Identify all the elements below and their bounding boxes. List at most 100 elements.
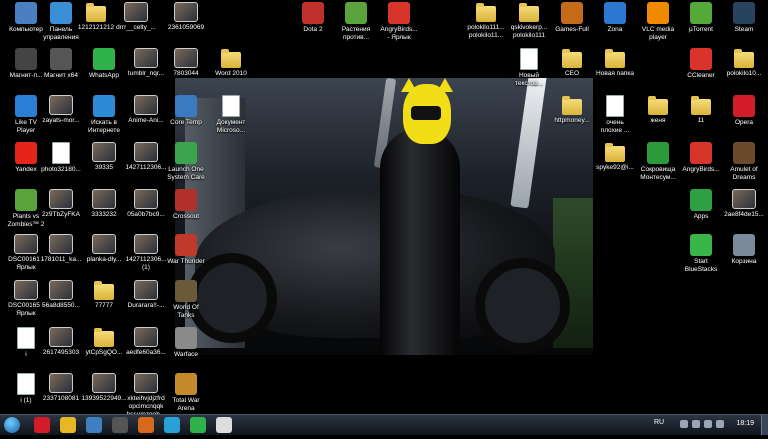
image-file-icon: [92, 189, 116, 209]
flag-icon[interactable]: [716, 420, 724, 428]
folder-icon: [734, 49, 754, 68]
document-icon: [52, 142, 70, 164]
folder-icon: [94, 281, 114, 300]
explorer-app-icon[interactable]: [86, 417, 102, 433]
camera-app-icon[interactable]: [112, 417, 128, 433]
folder-icon: [476, 3, 496, 22]
folder-icon: [605, 143, 625, 162]
skype-icon[interactable]: [164, 417, 180, 433]
image-file-icon: [134, 327, 158, 347]
image-file-icon: [134, 373, 158, 393]
app-shortcut-icon: [302, 2, 324, 24]
image-file-icon: [134, 189, 158, 209]
document-icon: [520, 48, 538, 70]
image-file-icon: [49, 234, 73, 254]
image-file-icon: [174, 48, 198, 68]
desktop-icon-label: Steam: [734, 26, 754, 33]
app-shortcut-icon: [345, 2, 367, 24]
app-shortcut-icon: [93, 48, 115, 70]
system-tray: RU 18:19: [648, 415, 768, 435]
image-file-icon: [92, 373, 116, 393]
desktop-icon-label: polokilo10...: [726, 70, 762, 77]
app-shortcut-icon: [733, 234, 755, 256]
folder-icon: [605, 49, 625, 68]
app-shortcut-icon: [690, 234, 712, 256]
image-file-icon: [49, 189, 73, 209]
app-shortcut-icon: [561, 2, 583, 24]
app-shortcut-icon: [733, 2, 755, 24]
image-file-icon: [134, 280, 158, 300]
app-shortcut-icon: [733, 142, 755, 164]
desktop-icon-label: War Thunder: [167, 258, 205, 265]
chrome-icon[interactable]: [60, 417, 76, 433]
whatsapp-icon[interactable]: [190, 417, 206, 433]
image-file-icon: [49, 280, 73, 300]
app-shortcut-icon: [175, 280, 197, 302]
tray-arrow-icon[interactable]: [680, 420, 688, 428]
taskbar: RU 18:19: [0, 414, 768, 435]
app-shortcut-icon: [647, 142, 669, 164]
desktop-icon-label: Launch One System Care: [167, 166, 205, 181]
folder-icon: [221, 49, 241, 68]
volume-icon[interactable]: [704, 420, 712, 428]
desktop-icon-label: World Of Tanks: [173, 304, 199, 319]
app-shortcut-icon: [175, 327, 197, 349]
desktop-icon[interactable]: Корзина: [714, 234, 768, 300]
desktop-icon[interactable]: AngryBirds... - Ярлык: [369, 2, 429, 68]
image-file-icon: [49, 327, 73, 347]
desktop-icon-label: AngryBirds... - Ярлык: [380, 26, 418, 41]
image-file-icon: [134, 142, 158, 162]
image-file-icon: [134, 95, 158, 115]
app-shortcut-icon: [690, 189, 712, 211]
desktop: Компьютер Панель управления 1212121212 drrr…: [0, 0, 768, 418]
image-file-icon: [92, 234, 116, 254]
folder-icon: [519, 3, 539, 22]
app-shortcut-icon: [175, 234, 197, 256]
language-indicator[interactable]: RU: [654, 419, 664, 426]
app-shortcut-icon: [690, 48, 712, 70]
app-shortcut-icon: [733, 95, 755, 117]
folder-icon: [691, 96, 711, 115]
app-shortcut-icon: [647, 2, 669, 24]
app-shortcut-icon: [175, 142, 197, 164]
clock[interactable]: 18:19: [736, 420, 754, 427]
desktop-icon-label: Crossout: [172, 213, 199, 220]
folder-icon: [94, 328, 114, 347]
desktop-icon-label: Корзина: [731, 258, 757, 265]
app-shortcut-icon: [690, 142, 712, 164]
folder-icon: [86, 3, 106, 22]
desktop-icon-label: Total War Arena: [172, 397, 200, 412]
desktop-icon-label: Документ Microso...: [216, 119, 246, 134]
app-shortcut-icon: [175, 95, 197, 117]
opera-icon[interactable]: [34, 417, 50, 433]
image-file-icon: [49, 95, 73, 115]
document-icon: [222, 95, 240, 117]
desktop-icon-label: Word 2010: [215, 70, 247, 77]
image-file-icon: [134, 234, 158, 254]
image-file-icon: [124, 2, 148, 22]
desktop-icon-label: Amulet of Dreams: [730, 166, 758, 181]
image-file-icon: [732, 189, 756, 209]
folder-icon: [648, 96, 668, 115]
app-shortcut-icon: [604, 2, 626, 24]
document-icon: [606, 95, 624, 117]
image-file-icon: [174, 2, 198, 22]
desktop-icon-label: Новая папка: [596, 70, 634, 77]
image-file-icon: [92, 142, 116, 162]
desktop-icon-label: 2361059069: [167, 24, 205, 31]
show-desktop-button[interactable]: [761, 415, 768, 435]
folder-icon: [562, 49, 582, 68]
image-file-icon: [134, 48, 158, 68]
image-file-icon: [49, 373, 73, 393]
desktop-icon-label: Warface: [174, 351, 198, 358]
app-shortcut-icon: [50, 48, 72, 70]
app-shortcut-icon: [690, 2, 712, 24]
files-app-icon[interactable]: [138, 417, 154, 433]
app-shortcut-icon: [388, 2, 410, 24]
app-shortcut-icon: [93, 95, 115, 117]
yandex-browser-icon[interactable]: [216, 417, 232, 433]
start-button[interactable]: [4, 417, 20, 433]
desktop-icon-label: 2ae8f4de15...: [724, 211, 764, 218]
network-icon[interactable]: [692, 420, 700, 428]
app-shortcut-icon: [175, 189, 197, 211]
